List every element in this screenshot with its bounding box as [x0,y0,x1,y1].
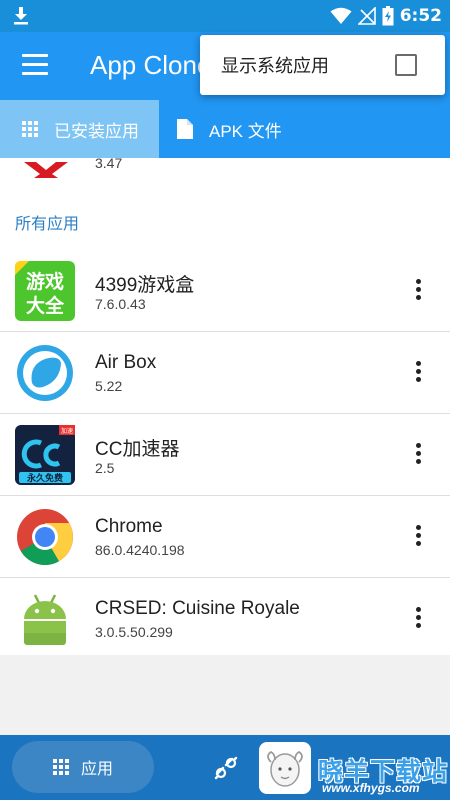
no-signal-icon [357,7,376,25]
list-item[interactable]: 加速 永久免费 CC加速器 2.5 [0,414,450,496]
show-system-apps-checkbox[interactable] [395,54,417,76]
show-system-apps-label[interactable]: 显示系统应用 [221,52,329,78]
download-icon [14,7,28,25]
app-name: Air Box [95,352,157,373]
android-icon [15,589,75,649]
overflow-popup-menu: 显示系统应用 [200,35,445,95]
list-item-partial[interactable]: 3.47 [0,158,450,180]
app-version: 86.0.4240.198 [95,542,185,558]
status-time: 6:52 [399,6,442,26]
game-box-icon-text-2: 大全 [26,294,65,317]
wifi-icon [330,7,352,24]
more-options-icon[interactable] [413,607,423,631]
app-version: 5.22 [95,378,123,394]
list-item[interactable]: Air Box 5.22 [0,332,450,414]
more-options-icon[interactable] [413,443,423,467]
empty-area [0,655,450,735]
status-bar: 6:52 [0,0,450,32]
app-name: 4399游戏盒 [95,275,195,296]
chrome-icon [15,507,75,567]
more-options-icon[interactable] [413,279,423,303]
apps-nav-label: 应用 [80,761,113,778]
list-item[interactable]: 游戏 大全 4399游戏盒 7.6.0.43 [0,250,450,332]
cc-icon-caption: 永久免费 [26,472,63,484]
app-name: CRSED: Cuisine Royale [95,598,300,619]
app-version: 3.0.5.50.299 [95,624,173,640]
battery-icon [382,6,394,26]
app-version: 7.6.0.43 [95,296,146,312]
watermark-logo [259,742,311,794]
game-box-icon: 游戏 大全 [15,261,75,321]
list-item[interactable]: Chrome 86.0.4240.198 [0,496,450,578]
app-name: CC加速器 [95,439,180,460]
more-options-icon[interactable] [413,361,423,385]
cc-accelerator-icon: 加速 永久免费 [15,425,75,485]
tab-label: 已安装应用 [54,121,139,141]
cc-icon-badge: 加速 [61,427,73,435]
app-version: 2.5 [95,460,115,476]
app-name: Chrome [95,516,163,537]
tab-apk-files[interactable]: APK 文件 [159,100,339,158]
game-box-icon-text-1: 游戏 [26,270,64,293]
file-icon [177,119,193,139]
app-icon-partial [18,158,74,178]
link-icon[interactable] [212,754,240,782]
tab-bar: 已安装应用 APK 文件 [0,100,450,158]
air-box-icon [15,343,75,403]
tab-installed-apps[interactable]: 已安装应用 [0,100,159,158]
tab-label: APK 文件 [209,121,282,141]
app-list-container: 3.47 所有应用 游戏 大全 4399游戏盒 7.6.0.43 Air Box… [0,158,450,655]
grid-icon [22,121,38,137]
apps-nav-button[interactable]: 应用 [12,741,154,793]
app-list: 游戏 大全 4399游戏盒 7.6.0.43 Air Box 5.22 加速 永… [0,250,450,655]
app-version: 3.47 [95,158,123,171]
list-item[interactable]: CRSED: Cuisine Royale 3.0.5.50.299 [0,578,450,655]
app-title: App Clone [90,50,212,80]
menu-icon[interactable] [22,54,48,76]
grid-icon [52,759,69,775]
watermark-url: www.xfhygs.com [322,781,420,795]
section-header: 所有应用 [15,216,80,233]
more-options-icon[interactable] [413,525,423,549]
